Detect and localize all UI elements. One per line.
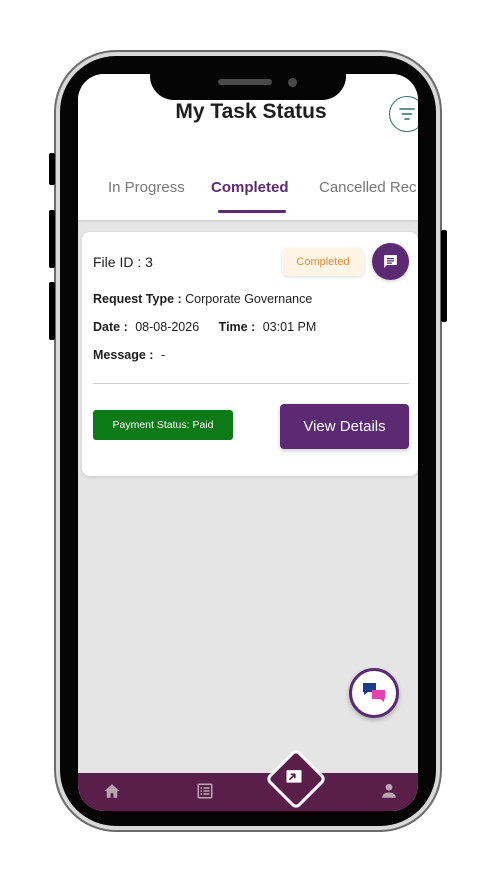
message-icon [384, 255, 397, 268]
volume-up-button [49, 210, 55, 268]
message-value: - [160, 348, 166, 362]
tab-completed[interactable]: Completed [211, 179, 289, 196]
file-id: File ID : 3 [93, 254, 153, 270]
request-type-value: Corporate Governance [185, 292, 313, 306]
chat-support-button[interactable] [349, 668, 399, 718]
status-badge: Completed [282, 248, 364, 276]
phone-notch [150, 56, 346, 100]
page-title: My Task Status [175, 100, 327, 123]
view-details-button[interactable]: View Details [280, 404, 409, 449]
status-tabs: In Progress Completed Cancelled Rec [78, 179, 418, 215]
message-label: Message : [93, 348, 154, 362]
tab-in-progress[interactable]: In Progress [108, 179, 185, 196]
mute-switch [49, 153, 55, 185]
payment-status-badge: Payment Status: Paid [93, 410, 233, 440]
message-row: Message : - [93, 348, 165, 362]
upload-icon [286, 770, 302, 783]
request-type-label: Request Type : [93, 292, 182, 306]
date-time-row: Date : 08-08-2026 Time : 03:01 PM [93, 320, 316, 334]
filter-icon [399, 108, 415, 120]
time-label: Time : [218, 320, 256, 334]
date-value: 08-08-2026 [135, 320, 200, 334]
home-icon[interactable] [103, 782, 121, 800]
request-type-row: Request Type : Corporate Governance [93, 292, 312, 306]
message-button[interactable] [372, 243, 409, 280]
app-screen: My Task Status In Progress Completed Can… [78, 74, 418, 811]
active-tab-indicator [218, 210, 286, 213]
date-label: Date : [93, 320, 128, 334]
phone-speaker [218, 79, 272, 85]
time-value: 03:01 PM [262, 320, 317, 334]
task-card: File ID : 3 Completed Request Type : Cor… [82, 232, 418, 476]
chat-bubbles-icon [363, 683, 385, 702]
volume-down-button [49, 282, 55, 340]
profile-icon[interactable] [380, 782, 398, 800]
phone-camera [288, 78, 297, 87]
card-divider [93, 383, 409, 384]
list-icon[interactable] [196, 782, 214, 800]
power-button [441, 230, 447, 322]
filter-button[interactable] [389, 96, 418, 132]
tab-cancelled-requests[interactable]: Cancelled Rec [319, 179, 417, 196]
bottom-nav [78, 773, 418, 811]
